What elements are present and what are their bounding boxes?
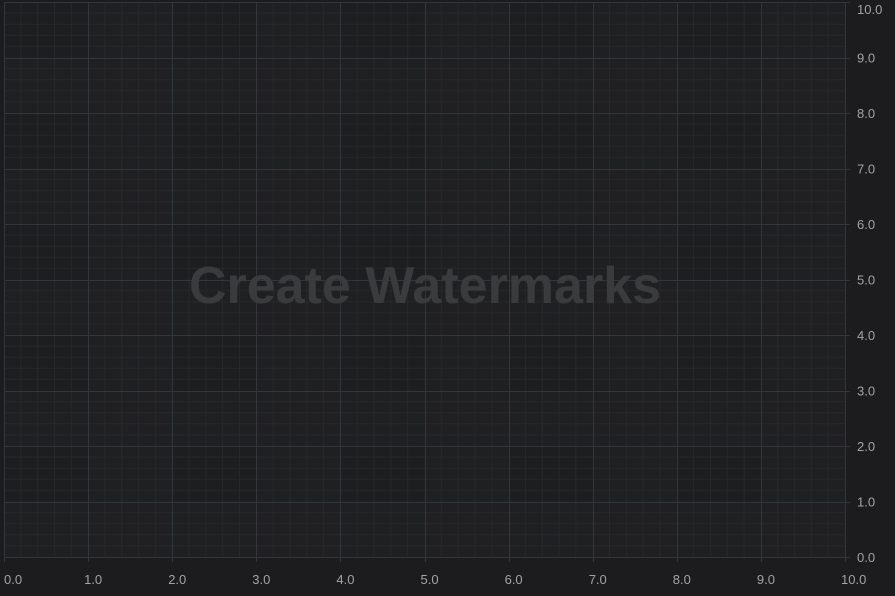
y-axis: 0.0 1.0 2.0 3.0 4.0 5.0 6.0 7.0 8.0 9.0 10.0 (845, 2, 882, 565)
y-tick-label: 0.0 (857, 550, 875, 565)
x-tick-label: 8.0 (673, 572, 691, 587)
y-band (4, 57, 845, 113)
x-tick-label: 0.0 (4, 572, 22, 587)
y-tick-label: 3.0 (857, 384, 875, 399)
x-tick-label: 3.0 (252, 572, 270, 587)
x-tick-label: 10.0 (841, 572, 866, 587)
watermark-text: Create Watermarks (189, 257, 661, 315)
y-tick-label: 5.0 (857, 273, 875, 288)
x-tick-label: 2.0 (168, 572, 186, 587)
y-tick-label: 1.0 (857, 495, 875, 510)
x-band (760, 2, 845, 557)
y-tick-label: 9.0 (857, 51, 875, 66)
x-tick-label: 1.0 (84, 572, 102, 587)
y-band (4, 168, 845, 224)
x-tick-label: 9.0 (757, 572, 775, 587)
x-tick-label: 5.0 (421, 572, 439, 587)
chart-svg[interactable]: Create Watermarks 0.0 1.0 2.0 3.0 4.0 5.0 6.0 7… (0, 0, 895, 596)
x-axis: 0.0 1.0 2.0 3.0 4.0 5.0 6.0 7.0 8.0 9.0 10.0 (4, 557, 866, 587)
x-tick-label: 4.0 (336, 572, 354, 587)
y-tick-label: 6.0 (857, 217, 875, 232)
chart-surface[interactable]: Create Watermarks 0.0 1.0 2.0 3.0 4.0 5.0 6.0 7… (0, 0, 895, 596)
y-tick-label: 7.0 (857, 162, 875, 177)
x-tick-label: 6.0 (505, 572, 523, 587)
y-tick-label: 4.0 (857, 328, 875, 343)
y-tick-label: 8.0 (857, 106, 875, 121)
y-tick-label: 2.0 (857, 439, 875, 454)
y-tick-label: 10.0 (857, 2, 882, 17)
x-tick-label: 7.0 (589, 572, 607, 587)
